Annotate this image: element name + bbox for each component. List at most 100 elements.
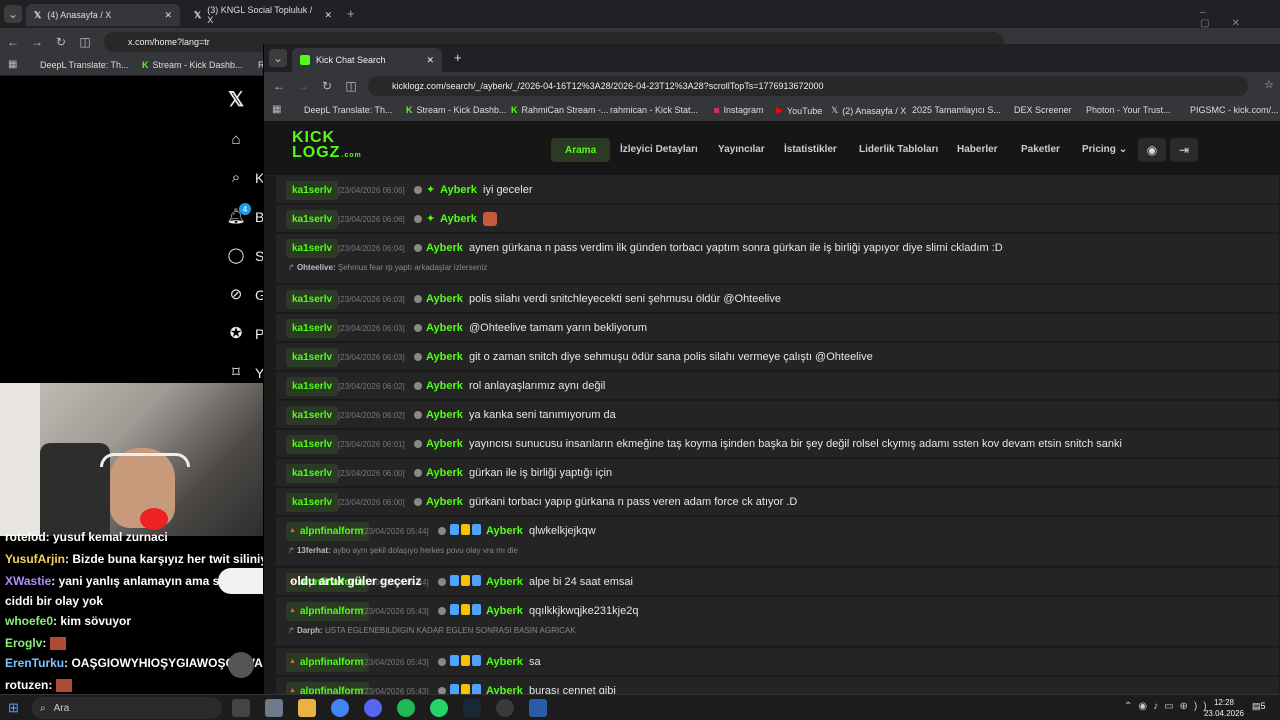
bookmark-2025[interactable]: 2025 Tamamlayıcı S... [912, 105, 1001, 115]
bookmark-x-home[interactable]: 𝕏 (2) Anasayfa / X [831, 105, 906, 116]
tab-search-icon[interactable]: ⌄ [269, 49, 287, 67]
nav-yayincilar[interactable]: Yayıncılar [718, 144, 765, 155]
info-icon[interactable] [414, 411, 422, 419]
bookmark-youtube[interactable]: ▶ YouTube [776, 105, 822, 116]
nav-istatistikler[interactable]: İstatistikler [784, 144, 837, 155]
chat-channel[interactable]: Ayberk [426, 322, 463, 334]
reload-icon[interactable]: ↻ [318, 77, 336, 95]
forward-icon[interactable]: → [28, 33, 46, 51]
bookmark-rahmican-stream[interactable]: K RahmiCan Stream -... [511, 105, 609, 115]
chat-username[interactable]: ka1serlv [286, 406, 339, 425]
apps-icon[interactable]: ▦ [272, 104, 281, 115]
chat-channel[interactable]: Ayberk [426, 496, 463, 508]
taskbar-search[interactable]: ⌕ Ara [32, 697, 222, 719]
forward-icon[interactable]: → [294, 77, 312, 95]
chat-channel[interactable]: Ayberk [426, 351, 463, 363]
nav-paketler[interactable]: Paketler [1021, 144, 1060, 155]
new-tab-icon[interactable]: + [347, 6, 355, 21]
bg-tab-kngl[interactable]: 𝕏 (3) KNGL Social Topluluk / X ✕ [186, 4, 340, 26]
window-controls[interactable]: –▢✕ [1200, 7, 1280, 29]
close-icon[interactable]: ✕ [164, 10, 172, 21]
task-view-icon[interactable] [232, 699, 250, 717]
chat-channel[interactable]: Ayberk [486, 576, 523, 588]
info-icon[interactable] [438, 687, 446, 694]
widgets-icon[interactable] [265, 699, 283, 717]
chat-channel[interactable]: Ayberk [426, 242, 463, 254]
info-icon[interactable] [414, 324, 422, 332]
bookmark-dex-screener[interactable]: DEX Screener [1014, 105, 1072, 115]
app-icon[interactable] [529, 699, 547, 717]
info-icon[interactable] [438, 578, 446, 586]
discord-app-icon[interactable] [364, 699, 382, 717]
front-tab-kick-chat[interactable]: Kick Chat Search ✕ [292, 48, 442, 72]
obs-icon[interactable] [496, 699, 514, 717]
chat-channel[interactable]: Ayberk [426, 380, 463, 392]
info-icon[interactable] [438, 607, 446, 615]
chat-channel[interactable]: Ayberk [486, 605, 523, 617]
info-icon[interactable] [414, 353, 422, 361]
front-url-field[interactable]: kicklogz.com/search/_/ayberk/_/2026-04-1… [368, 76, 1248, 96]
kicklogz-logo[interactable]: KICK LOGZ .com [292, 129, 362, 160]
chat-username[interactable]: ka1serlv [286, 210, 339, 229]
info-icon[interactable] [414, 440, 422, 448]
chat-username[interactable]: ka1serlv [286, 239, 339, 258]
bookmark-kick[interactable]: K Stream - Kick Dashb... [142, 60, 243, 70]
info-icon[interactable] [414, 469, 422, 477]
chat-username[interactable]: ka1serlv [286, 377, 339, 396]
nav-arama[interactable]: Arama [551, 138, 611, 162]
chat-channel[interactable]: Ayberk [426, 467, 463, 479]
nav-liderlik-tablolari[interactable]: Liderlik Tabloları [859, 144, 938, 155]
clock[interactable]: 12:28 23.04.2026 [1202, 697, 1246, 719]
grok-icon[interactable]: ⊘ [225, 283, 247, 305]
chat-username[interactable]: ▲ alpnfinalform [286, 653, 370, 672]
reload-icon[interactable]: ↻ [52, 33, 70, 51]
info-icon[interactable] [414, 215, 422, 223]
bookmark-deepl[interactable]: DeepL Translate: Th... [304, 105, 393, 115]
back-icon[interactable]: ← [270, 77, 288, 95]
bookmark-instagram[interactable]: ◙ Instagram [714, 105, 763, 115]
split-icon[interactable]: ◫ [342, 77, 360, 95]
info-icon[interactable] [414, 244, 422, 252]
chat-username[interactable]: ka1serlv [286, 319, 339, 338]
discord-icon[interactable]: ◉ [1138, 138, 1166, 162]
bookmark-deepl[interactable]: DeepL Translate: Th... [40, 60, 129, 70]
chat-channel[interactable]: Ayberk [486, 525, 523, 537]
chat-channel[interactable]: Ayberk [486, 656, 523, 668]
star-icon[interactable]: ☆ [1264, 78, 1274, 91]
split-icon[interactable]: ◫ [76, 33, 94, 51]
login-icon[interactable]: ⇥ [1170, 138, 1198, 162]
chat-username[interactable]: ▲ alpnfinalform [286, 682, 370, 694]
tab-search-icon[interactable]: ⌄ [4, 5, 22, 23]
apps-icon[interactable]: ▦ [8, 59, 17, 70]
nav-pricing[interactable]: Pricing ⌄ [1082, 144, 1127, 155]
back-icon[interactable]: ← [4, 33, 22, 51]
chat-channel[interactable]: Ayberk [426, 409, 463, 421]
chat-channel[interactable]: Ayberk [440, 184, 477, 196]
new-tab-icon[interactable]: + [454, 50, 462, 65]
nav-haberler[interactable]: Haberler [957, 144, 998, 155]
search-icon[interactable]: ⌕ [225, 166, 247, 188]
bookmark-rahmican-stats[interactable]: rahmican - Kick Stat... [610, 105, 698, 115]
chrome-icon[interactable] [331, 699, 349, 717]
bg-tab-x-home[interactable]: 𝕏 (4) Anasayfa / X ✕ [26, 4, 180, 26]
whatsapp-icon[interactable] [430, 699, 448, 717]
system-tray-icons[interactable]: ⌃◉♪▭⊕)) [1124, 701, 1213, 712]
spotify-icon[interactable] [397, 699, 415, 717]
nav-izleyici-detaylari[interactable]: İzleyici Detayları [620, 144, 698, 155]
chat-username[interactable]: ka1serlv [286, 181, 339, 200]
home-icon[interactable]: ⌂ [225, 128, 247, 150]
file-explorer-icon[interactable] [298, 699, 316, 717]
message-icon[interactable]: ◯ [225, 244, 247, 266]
bookmark-icon[interactable]: ⌑ [225, 361, 247, 383]
bookmark-pigsmc[interactable]: PIGSMC - kick.com/... [1190, 105, 1279, 115]
notification-center-icon[interactable]: ▤5 [1252, 701, 1266, 712]
chat-username[interactable]: ▲ alpnfinalform [286, 522, 370, 541]
verified-icon[interactable]: ✪ [225, 322, 247, 344]
info-icon[interactable] [414, 295, 422, 303]
x-logo-icon[interactable]: 𝕏 [225, 88, 247, 111]
bookmark-photon[interactable]: Photon - Your Trust... [1086, 105, 1171, 115]
steam-icon[interactable] [463, 699, 481, 717]
info-icon[interactable] [438, 527, 446, 535]
chat-channel[interactable]: Ayberk [426, 293, 463, 305]
bookmark-kick-dashboard[interactable]: K Stream - Kick Dashb... [406, 105, 507, 115]
